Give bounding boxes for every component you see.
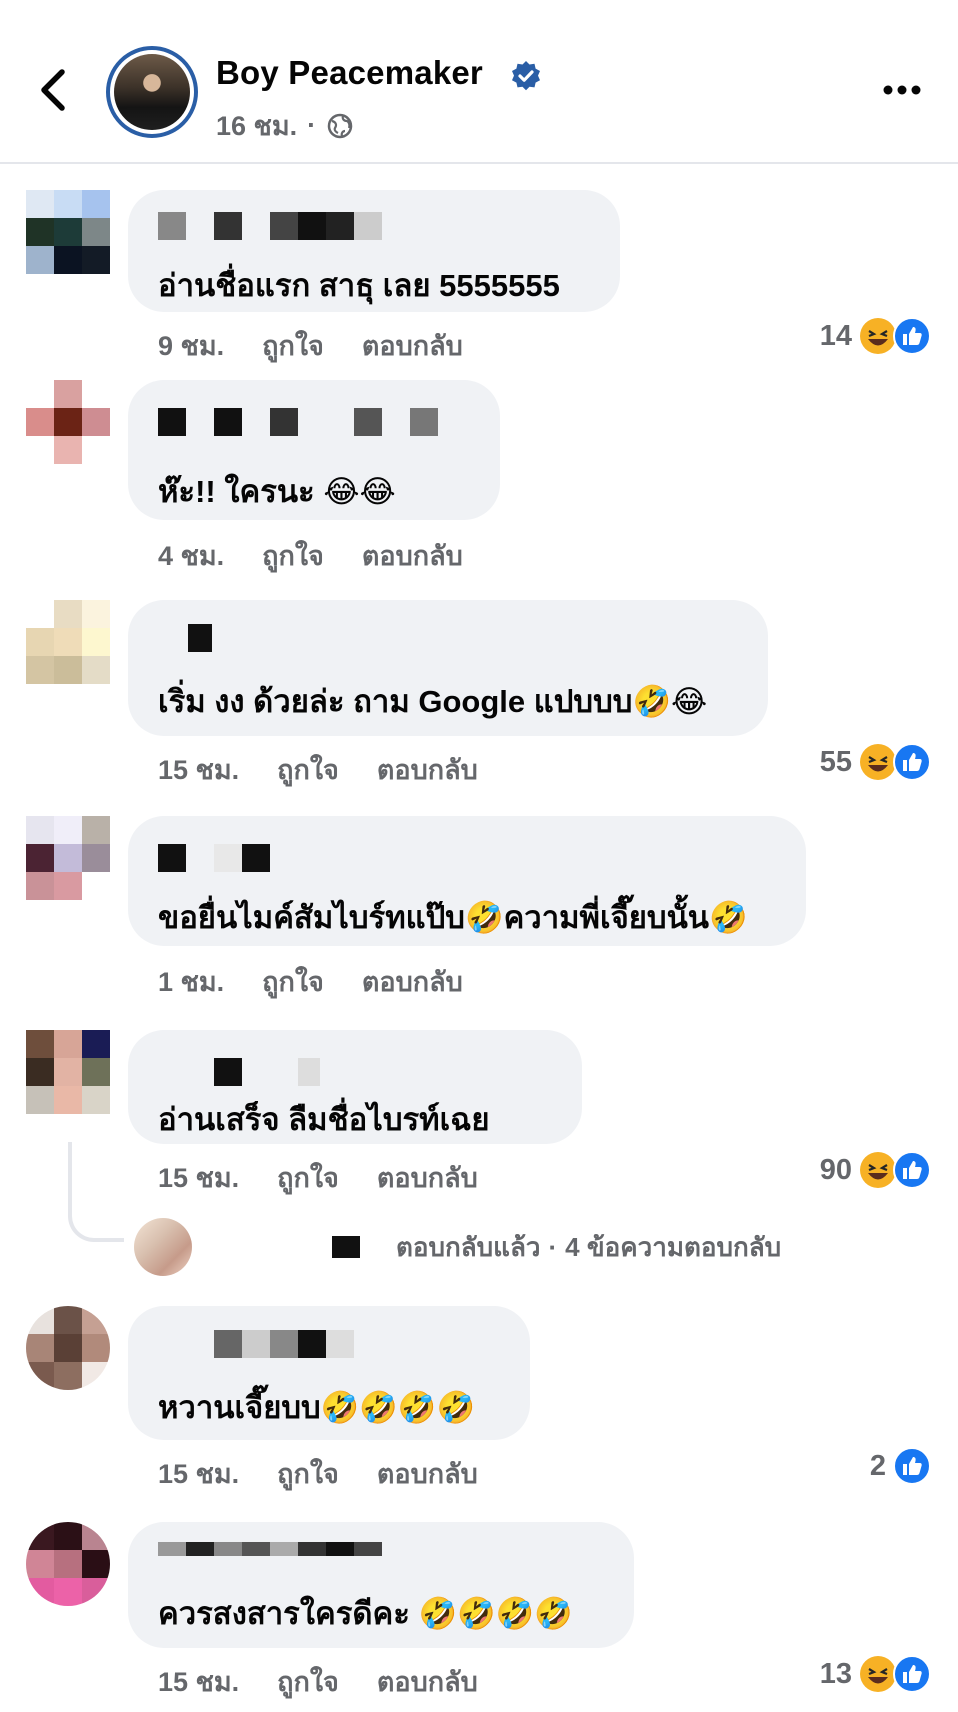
comment-time[interactable]: 15 ชม.	[158, 1660, 239, 1703]
like-reaction-icon	[893, 1151, 931, 1189]
reply-link[interactable]: ตอบกลับ	[362, 960, 463, 1003]
like-link[interactable]: ถูกใจ	[262, 960, 324, 1003]
comment-time[interactable]: 15 ชม.	[158, 1452, 239, 1495]
more-options-icon[interactable]	[880, 82, 924, 98]
comment-actions: 15 ชม. ถูกใจ ตอบกลับ	[158, 1156, 478, 1199]
verified-badge-icon	[512, 61, 540, 91]
reply-count: 4 ข้อความตอบกลับ	[565, 1231, 782, 1262]
reaction-summary[interactable]: 90	[820, 1150, 932, 1190]
commenter-avatar[interactable]	[26, 600, 110, 684]
reaction-count: 13	[819, 1657, 852, 1690]
commenter-avatar[interactable]	[26, 1522, 110, 1606]
reaction-summary[interactable]: 2	[870, 1446, 932, 1486]
post-meta: 16 ชม. ·	[216, 104, 354, 147]
commenter-avatar[interactable]	[26, 190, 110, 274]
comment-bubble[interactable]: เริ่ม งง ด้วยล่ะ ถาม Google แปบบบ🤣😂	[128, 600, 768, 736]
comment-time[interactable]: 15 ชม.	[158, 748, 239, 791]
reply-link[interactable]: ตอบกลับ	[377, 1156, 478, 1199]
reaction-count: 90	[819, 1153, 852, 1186]
comment-bubble[interactable]: อ่านเสร็จ ลืมชื่อไบรท์เฉย	[128, 1030, 582, 1144]
view-replies-row[interactable]: ตอบกลับแล้ว · 4 ข้อความตอบกลับ	[134, 1218, 781, 1276]
reply-author-name-redacted	[332, 1236, 360, 1258]
reaction-count: 14	[819, 319, 852, 352]
comment-actions: 15 ชม. ถูกใจ ตอบกลับ	[158, 1660, 478, 1703]
comment-text: อ่านชื่อแรก สาธุ เลย 5555555	[158, 268, 560, 303]
like-reaction-icon	[893, 1655, 931, 1693]
comment-time[interactable]: 15 ชม.	[158, 1156, 239, 1199]
commenter-name-redacted[interactable]	[158, 212, 382, 240]
comment-text: ห๊ะ!! ใครนะ 😂😂	[158, 474, 396, 509]
reaction-count: 2	[869, 1449, 886, 1482]
comment-time[interactable]: 9 ชม.	[158, 324, 224, 367]
comment-text: ควรสงสารใครดีคะ 🤣🤣🤣🤣	[158, 1596, 573, 1631]
comment-bubble[interactable]: ควรสงสารใครดีคะ 🤣🤣🤣🤣	[128, 1522, 634, 1648]
reply-link[interactable]: ตอบกลับ	[377, 1660, 478, 1703]
reaction-summary[interactable]: 55	[820, 742, 932, 782]
reply-link[interactable]: ตอบกลับ	[377, 748, 478, 791]
comment-text: ขอยื่นไมค์สัมไบร์ทแป๊บ🤣ความพี่เจี๊ยบนั้น…	[158, 900, 748, 935]
comment-time[interactable]: 1 ชม.	[158, 960, 224, 1003]
reply-link[interactable]: ตอบกลับ	[362, 534, 463, 577]
commenter-name-redacted[interactable]	[158, 1542, 382, 1570]
reply-link[interactable]: ตอบกลับ	[377, 1452, 478, 1495]
replied-label: ตอบกลับแล้ว	[396, 1231, 541, 1262]
like-link[interactable]: ถูกใจ	[277, 748, 339, 791]
comment-time[interactable]: 4 ชม.	[158, 534, 224, 577]
reaction-count: 55	[819, 745, 852, 778]
comment-actions: 9 ชม. ถูกใจ ตอบกลับ	[158, 324, 463, 367]
like-reaction-icon	[893, 1447, 931, 1485]
reaction-summary[interactable]: 14	[820, 316, 932, 356]
commenter-avatar[interactable]	[26, 380, 110, 464]
comment-actions: 15 ชม. ถูกใจ ตอบกลับ	[158, 1452, 478, 1495]
comment-bubble[interactable]: หวานเจี๊ยบบ🤣🤣🤣🤣	[128, 1306, 530, 1440]
page-avatar[interactable]	[106, 46, 198, 138]
post-time[interactable]: 16 ชม.	[216, 104, 297, 147]
comment-actions: 4 ชม. ถูกใจ ตอบกลับ	[158, 534, 463, 577]
comment-actions: 1 ชม. ถูกใจ ตอบกลับ	[158, 960, 463, 1003]
comment-text: เริ่ม งง ด้วยล่ะ ถาม Google แปบบบ🤣😂	[158, 684, 708, 719]
comment-bubble[interactable]: ห๊ะ!! ใครนะ 😂😂	[128, 380, 500, 520]
like-reaction-icon	[893, 317, 931, 355]
comment-actions: 15 ชม. ถูกใจ ตอบกลับ	[158, 748, 478, 791]
back-arrow-icon[interactable]	[30, 60, 78, 120]
commenter-avatar[interactable]	[26, 1306, 110, 1390]
commenter-name-redacted[interactable]	[158, 1058, 320, 1086]
reply-thread-connector	[68, 1142, 124, 1242]
page-name[interactable]: Boy Peacemaker	[216, 54, 483, 92]
reply-link[interactable]: ตอบกลับ	[362, 324, 463, 367]
commenter-name-redacted[interactable]	[158, 408, 438, 436]
meta-separator: ·	[307, 110, 317, 140]
reply-separator: ·	[548, 1231, 558, 1262]
commenter-name-redacted[interactable]	[158, 844, 270, 872]
globe-icon	[327, 113, 353, 138]
like-link[interactable]: ถูกใจ	[277, 1156, 339, 1199]
like-link[interactable]: ถูกใจ	[277, 1660, 339, 1703]
reaction-summary[interactable]: 13	[820, 1654, 932, 1694]
page-avatar-image	[114, 54, 190, 130]
commenter-avatar[interactable]	[26, 816, 110, 900]
commenter-name-redacted[interactable]	[158, 1330, 354, 1358]
comment-text: หวานเจี๊ยบบ🤣🤣🤣🤣	[158, 1390, 476, 1425]
like-link[interactable]: ถูกใจ	[262, 324, 324, 367]
commenter-name-redacted[interactable]	[158, 624, 212, 652]
comment-bubble[interactable]: อ่านชื่อแรก สาธุ เลย 5555555	[128, 190, 620, 312]
like-reaction-icon	[893, 743, 931, 781]
like-link[interactable]: ถูกใจ	[277, 1452, 339, 1495]
comment-text: อ่านเสร็จ ลืมชื่อไบรท์เฉย	[158, 1102, 490, 1137]
post-header: Boy Peacemaker 16 ชม. ·	[0, 0, 958, 164]
commenter-avatar[interactable]	[26, 1030, 110, 1114]
comment-bubble[interactable]: ขอยื่นไมค์สัมไบร์ทแป๊บ🤣ความพี่เจี๊ยบนั้น…	[128, 816, 806, 946]
like-link[interactable]: ถูกใจ	[262, 534, 324, 577]
reply-author-avatar	[134, 1218, 192, 1276]
